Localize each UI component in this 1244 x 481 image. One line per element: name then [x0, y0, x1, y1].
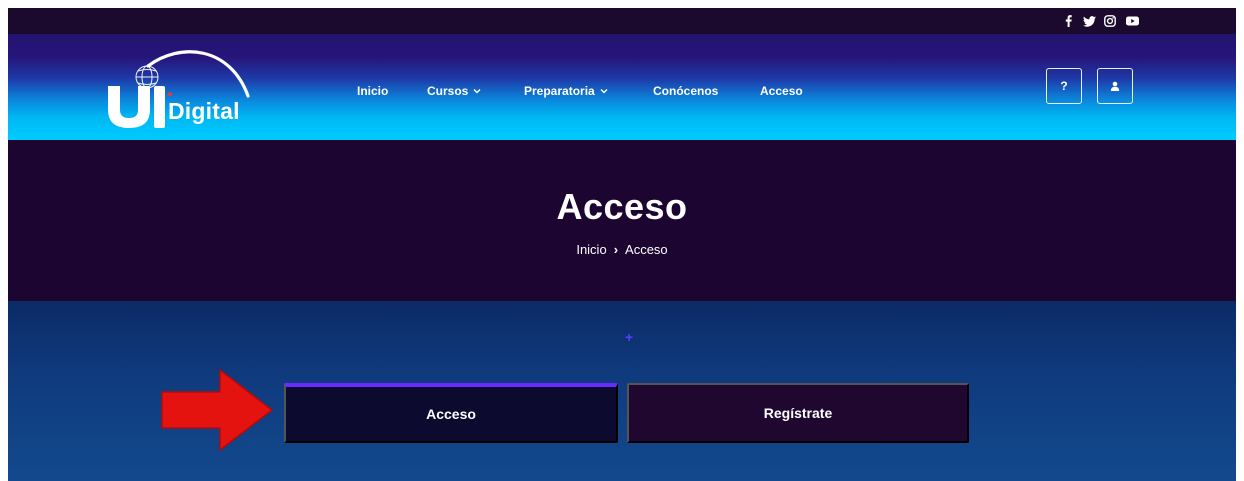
nav-inicio-label: Inicio [357, 84, 389, 98]
nav-inicio[interactable]: Inicio [357, 81, 388, 101]
nav-conocenos-label: Conócenos [653, 84, 719, 98]
youtube-icon[interactable] [1121, 8, 1143, 34]
red-arrow-icon [161, 368, 274, 452]
help-button-label: ? [1060, 79, 1068, 93]
tab-login[interactable]: Acceso [284, 383, 618, 443]
user-account-button[interactable] [1097, 68, 1133, 104]
logo-text: Digital [168, 98, 240, 124]
twitter-icon[interactable] [1078, 8, 1100, 34]
nav-cursos[interactable]: Cursos [427, 81, 481, 101]
chevron-down-icon [600, 89, 608, 94]
tab-login-label: Acceso [426, 406, 476, 422]
nav-acceso[interactable]: Acceso [760, 81, 803, 101]
facebook-icon[interactable] [1057, 8, 1079, 34]
breadcrumb: Inicio › Acceso [8, 242, 1236, 257]
page: Digital Inicio Cursos Preparatoria Conóc… [8, 8, 1236, 481]
nav-conocenos[interactable]: Conócenos [653, 81, 718, 101]
plus-icon: + [625, 329, 634, 345]
breadcrumb-current: Acceso [625, 242, 668, 257]
nav-preparatoria[interactable]: Preparatoria [524, 81, 608, 101]
nav-acceso-label: Acceso [760, 84, 803, 98]
instagram-icon[interactable] [1099, 8, 1121, 34]
tab-register-label: Regístrate [763, 405, 833, 421]
nav-cursos-label: Cursos [427, 84, 469, 98]
content-area: + Acceso Regístrate [8, 301, 1236, 481]
nav-preparatoria-label: Preparatoria [524, 84, 595, 98]
help-button[interactable]: ? [1046, 68, 1082, 104]
page-banner: Acceso Inicio › Acceso [8, 140, 1236, 301]
breadcrumb-home[interactable]: Inicio [576, 242, 606, 257]
tab-register[interactable]: Regístrate [627, 383, 969, 443]
user-icon [1110, 81, 1120, 91]
breadcrumb-separator-icon: › [613, 242, 619, 257]
site-header: Digital Inicio Cursos Preparatoria Conóc… [8, 34, 1236, 140]
chevron-down-icon [473, 89, 481, 94]
social-bar [8, 8, 1236, 34]
page-title: Acceso [556, 186, 688, 227]
